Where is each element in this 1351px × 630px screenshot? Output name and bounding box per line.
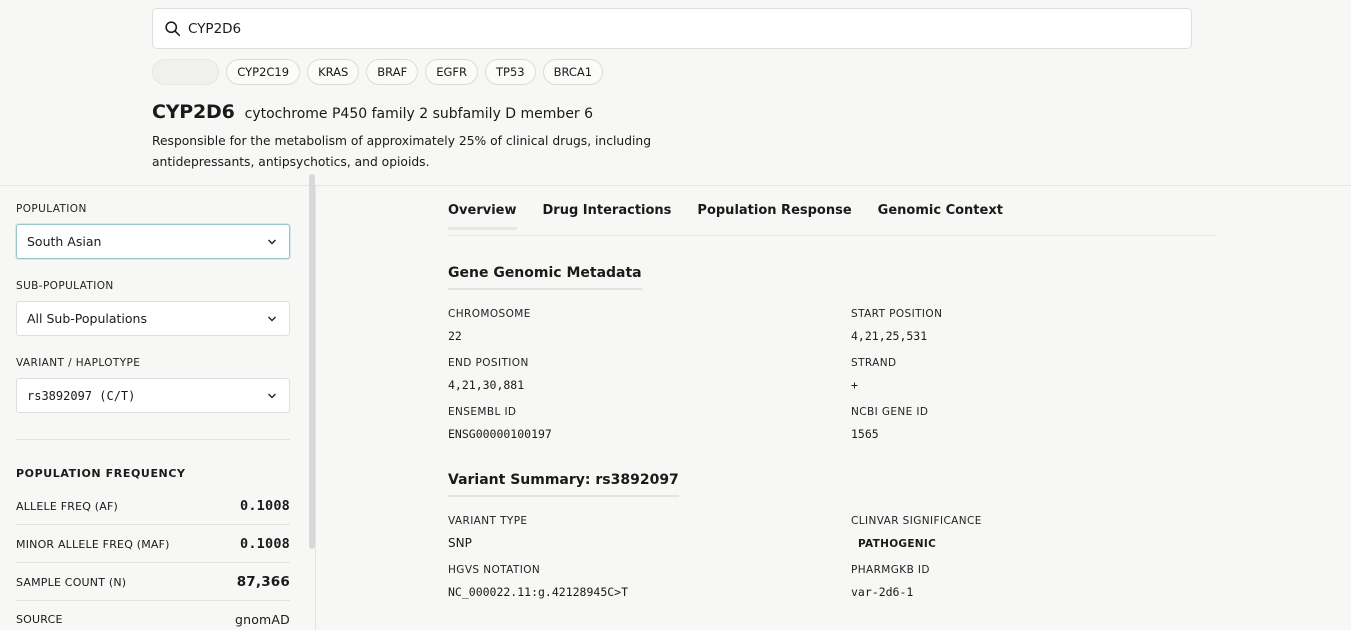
chevron-down-icon [268,393,276,399]
chip-tp53[interactable]: TP53 [485,59,536,85]
freq-label: MINOR ALLELE FREQ (MAF) [16,537,170,551]
sidebar-scrollbar[interactable] [309,174,315,549]
freq-label: ALLELE FREQ (AF) [16,499,119,513]
chip-kras[interactable]: KRAS [307,59,360,85]
pharmgkb-label: PHARMGKB ID [851,564,930,576]
freq-row-maf: MINOR ALLELE FREQ (MAF) 0.1008 [16,536,290,552]
variant-type-value: SNP [448,536,472,550]
clinvar-badge: PATHOGENIC [858,538,937,550]
variant-section-title: Variant Summary: rs3892097 [448,472,679,497]
freq-row-divider [16,600,290,601]
search-input[interactable] [188,20,1088,37]
variant-label: VARIANT / HAPLOTYPE [16,357,141,369]
variant-type-label: VARIANT TYPE [448,515,528,527]
freq-row-source: SOURCE gnomAD [16,612,290,627]
chip-egfr[interactable]: EGFR [425,59,478,85]
subpopulation-label: SUB-POPULATION [16,280,114,292]
strand-value: + [851,378,858,392]
gene-full-name: cytochrome P450 family 2 subfamily D mem… [244,106,594,122]
strand-label: STRAND [851,357,897,369]
freq-row-divider [16,562,290,563]
freq-value: 0.1008 [240,536,290,552]
subpopulation-select[interactable]: All Sub-Populations [16,301,290,336]
tab-overview[interactable]: Overview [448,203,517,230]
chevron-down-icon [268,316,276,322]
freq-row-sample-count: SAMPLE COUNT (N) 87,366 [16,574,290,590]
gene-description: Responsible for the metabolism of approx… [152,134,652,169]
freq-label: SOURCE [16,613,63,626]
freq-label: SAMPLE COUNT (N) [16,575,127,589]
gene-symbol: CYP2D6 [152,101,235,123]
ensembl-id-label: ENSEMBL ID [448,406,517,418]
chip-brca1[interactable]: BRCA1 [542,59,604,85]
gene-chip-list: CYP2D6 CYP2C19 KRAS BRAF EGFR TP53 BRCA1 [152,59,604,85]
chip-cyp2d6[interactable]: CYP2D6 [152,59,220,85]
gene-header: CYP2D6 cytochrome P450 family 2 subfamil… [152,101,593,123]
tab-genomic-context[interactable]: Genomic Context [878,203,1003,226]
population-label: POPULATION [16,203,87,215]
start-position-value: 4,21,25,531 [851,329,928,343]
sidebar-divider [16,439,290,440]
tab-population-response[interactable]: Population Response [697,203,851,226]
start-position-label: START POSITION [851,308,943,320]
chevron-down-icon [268,239,276,245]
hgvs-value: NC_000022.11:g.42128945C>T [448,585,629,599]
clinvar-label: CLINVAR SIGNIFICANCE [851,515,982,527]
hgvs-label: HGVS NOTATION [448,564,541,576]
ncbi-gene-id-value: 1565 [851,427,879,441]
tabs-divider [448,235,1216,236]
population-value: South Asian [27,234,102,249]
freq-row-divider [16,524,290,525]
chip-cyp2c19[interactable]: CYP2C19 [226,59,301,85]
chip-braf[interactable]: BRAF [366,59,419,85]
ensembl-id-value: ENSG00000100197 [448,427,552,441]
freq-value: 0.1008 [240,498,290,514]
detail-tabs: Overview Drug Interactions Population Re… [448,203,1003,230]
ncbi-gene-id-label: NCBI GENE ID [851,406,929,418]
population-frequency-title: POPULATION FREQUENCY [16,467,186,480]
population-select[interactable]: South Asian [16,224,290,259]
freq-value: gnomAD [234,612,290,627]
search-icon [165,21,181,37]
chromosome-value: 22 [448,329,462,343]
variant-value: rs3892097 (C/T) [27,388,136,403]
metadata-section-title: Gene Genomic Metadata [448,265,642,290]
end-position-value: 4,21,30,881 [448,378,525,392]
chromosome-label: CHROMOSOME [448,308,531,320]
pharmgkb-value: var-2d6-1 [851,585,914,599]
gene-search-bar[interactable] [152,8,1192,49]
freq-row-af: ALLELE FREQ (AF) 0.1008 [16,498,290,514]
tab-drug-interactions[interactable]: Drug Interactions [543,203,672,226]
variant-select[interactable]: rs3892097 (C/T) [16,378,290,413]
freq-value: 87,366 [236,574,290,590]
end-position-label: END POSITION [448,357,529,369]
subpopulation-value: All Sub-Populations [27,311,147,326]
